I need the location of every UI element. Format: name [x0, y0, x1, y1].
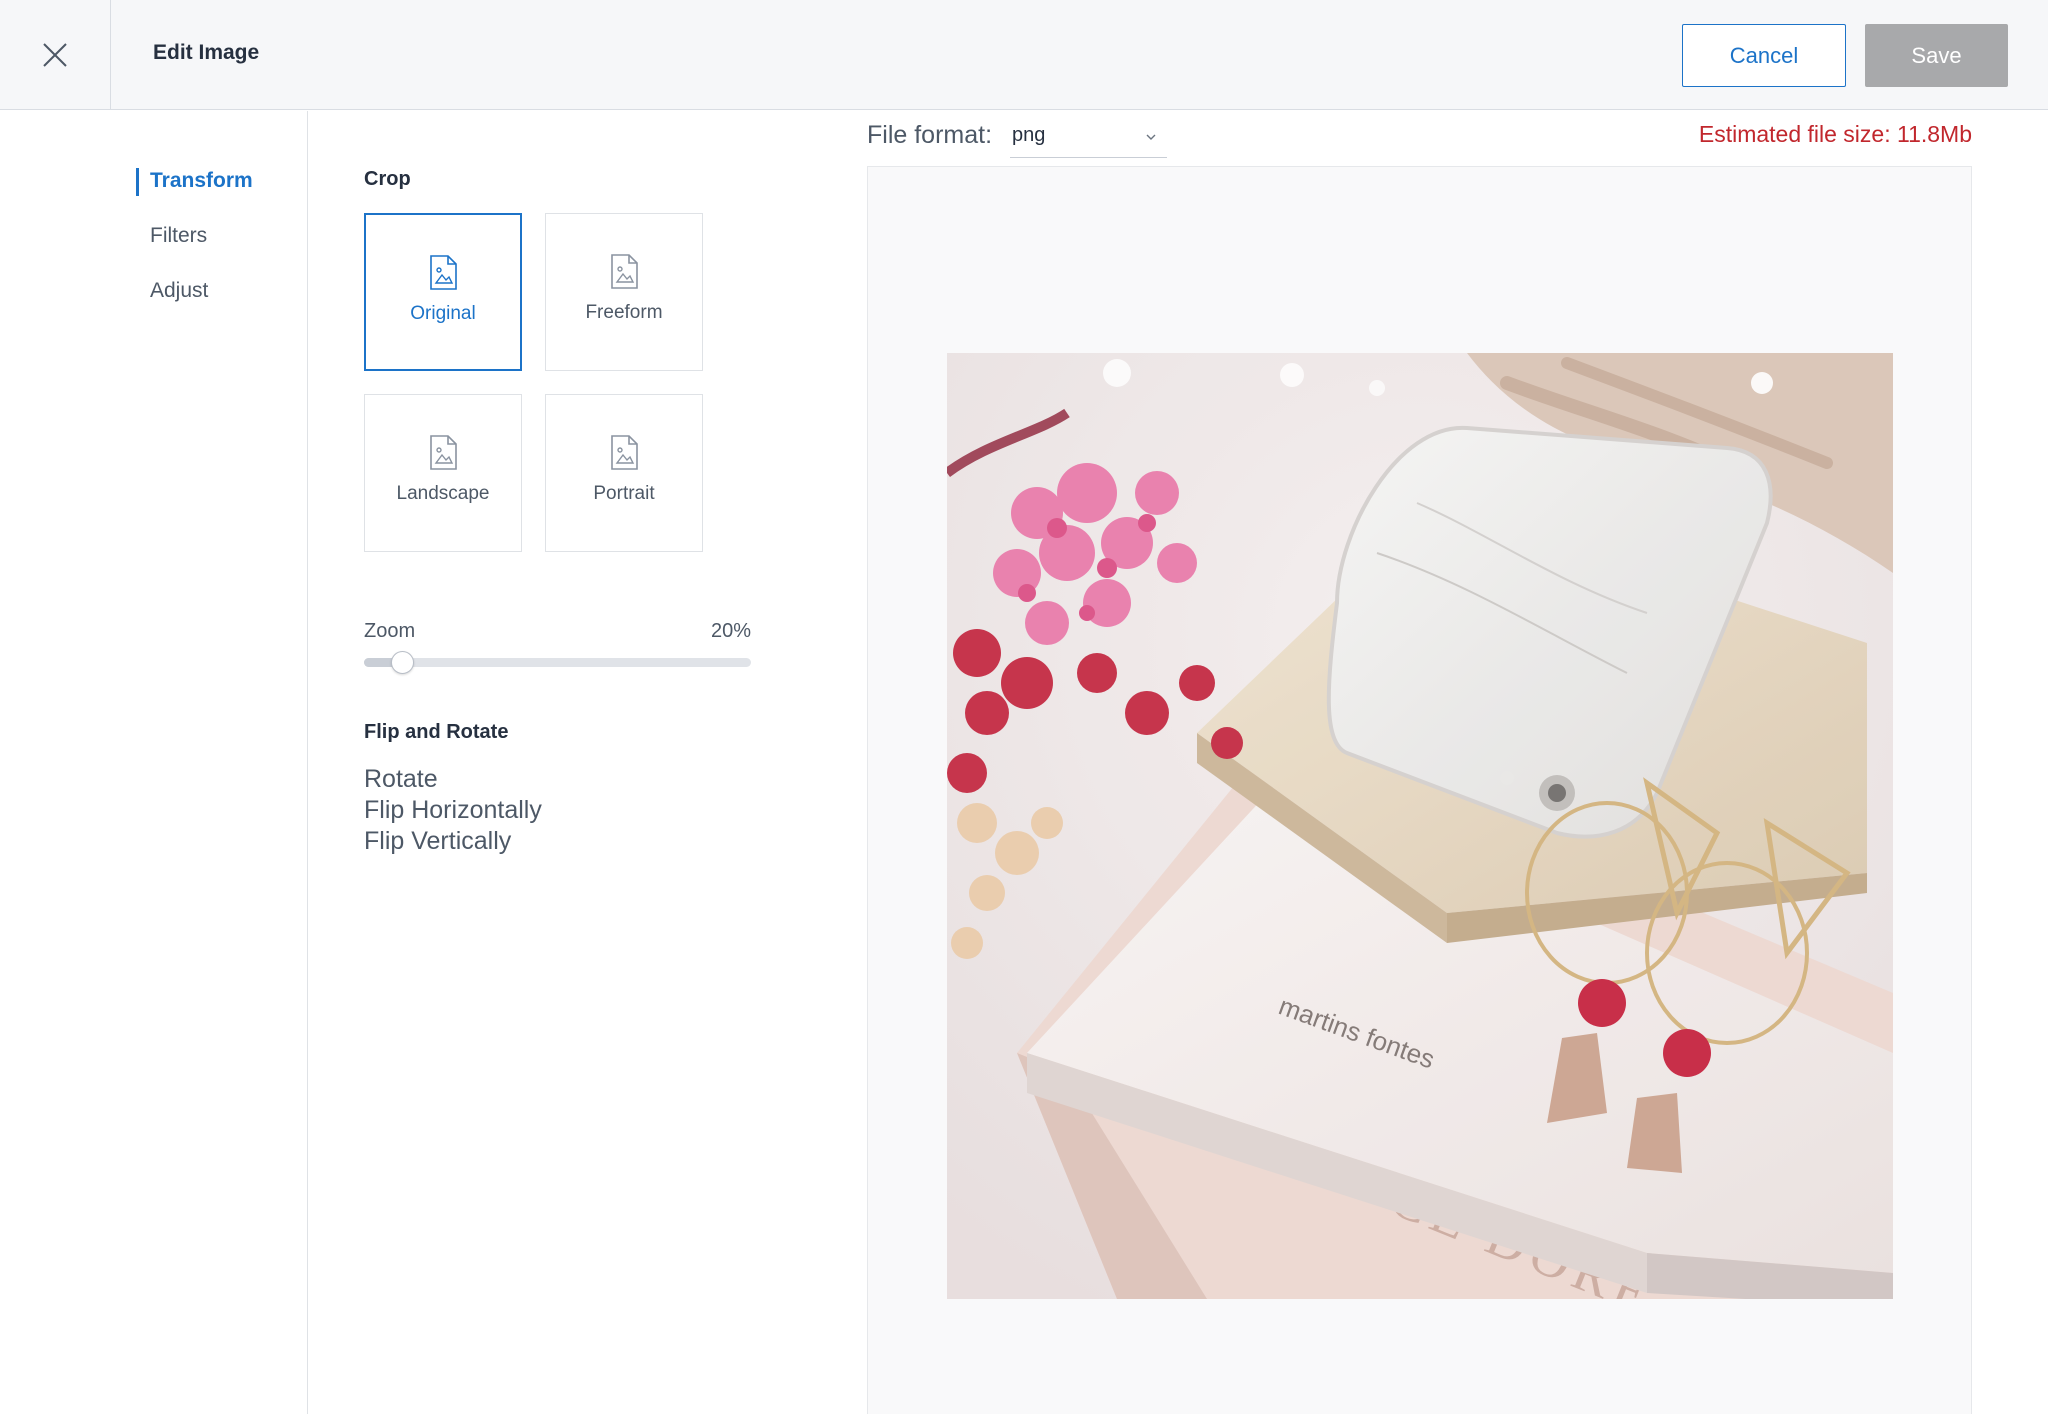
image-file-icon: [430, 255, 457, 290]
rotate-action[interactable]: Rotate: [364, 765, 438, 794]
crop-option-original[interactable]: Original: [364, 213, 522, 371]
page-title: Edit Image: [153, 41, 260, 64]
nav-item-transform[interactable]: Transform: [150, 169, 253, 193]
zoom-slider-thumb[interactable]: [390, 651, 414, 674]
flip-vertical-action[interactable]: Flip Vertically: [364, 827, 511, 856]
image-file-icon: [611, 254, 638, 289]
close-icon[interactable]: [41, 41, 69, 69]
file-format-select[interactable]: png: [1010, 118, 1167, 158]
file-format-value: png: [1012, 124, 1046, 146]
crop-option-portrait[interactable]: Portrait: [545, 394, 703, 552]
crop-option-label: Portrait: [593, 483, 655, 504]
preview-image: CE DORÉ martins fontes: [947, 353, 1893, 1299]
crop-option-label: Freeform: [585, 302, 663, 323]
header-bar: Edit Image Cancel Save: [0, 0, 2048, 110]
zoom-label: Zoom: [364, 620, 416, 642]
zoom-value: 20%: [710, 620, 751, 642]
zoom-slider[interactable]: [364, 651, 751, 674]
cancel-button[interactable]: Cancel: [1682, 24, 1846, 87]
flip-horizontal-action[interactable]: Flip Horizontally: [364, 796, 542, 825]
crop-option-label: Original: [410, 303, 476, 324]
crop-option-freeform[interactable]: Freeform: [545, 213, 703, 371]
save-button[interactable]: Save: [1865, 24, 2008, 87]
crop-section-title: Crop: [364, 168, 411, 190]
file-format-label: File format:: [867, 121, 993, 149]
image-file-icon: [611, 435, 638, 470]
estimated-file-size: Estimated file size: 11.8Mb: [1698, 121, 1972, 147]
close-button[interactable]: [0, 0, 111, 110]
nav-item-adjust[interactable]: Adjust: [150, 279, 208, 303]
nav-item-filters[interactable]: Filters: [150, 224, 207, 248]
crop-option-landscape[interactable]: Landscape: [364, 394, 522, 552]
crop-option-label: Landscape: [396, 483, 490, 504]
chevron-down-icon: [1146, 134, 1156, 140]
image-file-icon: [430, 435, 457, 470]
editor-nav: Transform Filters Adjust: [0, 111, 308, 1414]
active-nav-indicator: [136, 168, 139, 196]
preview-photo-illustration: CE DORÉ martins fontes: [947, 353, 1893, 1299]
flip-rotate-title: Flip and Rotate: [364, 721, 509, 743]
